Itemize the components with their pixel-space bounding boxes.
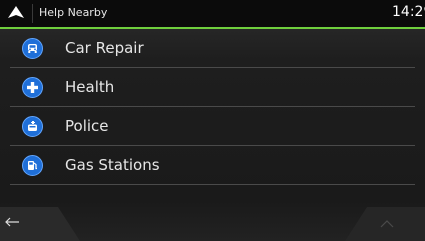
fuel-pump-icon	[22, 155, 43, 176]
list-item-gas-stations[interactable]: Gas Stations	[0, 146, 425, 185]
plus-icon	[22, 77, 43, 98]
back-arrow-icon	[5, 217, 19, 227]
car-icon	[22, 38, 43, 59]
top-bar: Help Nearby 14:29	[0, 0, 425, 27]
clock: 14:29	[392, 4, 425, 20]
help-nearby-screen: Help Nearby 14:29 Car Repair Health	[0, 0, 425, 241]
list-item-label: Car Repair	[65, 39, 144, 57]
header-divider	[32, 4, 33, 23]
page-title: Help Nearby	[39, 6, 108, 19]
list-item-health[interactable]: Health	[0, 68, 425, 107]
police-icon	[22, 116, 43, 137]
bottom-bar	[0, 207, 425, 241]
list-item-car-repair[interactable]: Car Repair	[0, 29, 425, 68]
list-item-police[interactable]: Police	[0, 107, 425, 146]
list-item-label: Police	[65, 117, 109, 135]
list-item-label: Gas Stations	[65, 156, 160, 174]
scroll-up-button[interactable]	[345, 207, 425, 241]
list-item-label: Health	[65, 78, 115, 96]
navigation-arrow-icon[interactable]	[7, 5, 25, 21]
row-divider	[10, 184, 415, 185]
back-button[interactable]	[0, 207, 80, 241]
chevron-up-icon	[380, 220, 394, 228]
